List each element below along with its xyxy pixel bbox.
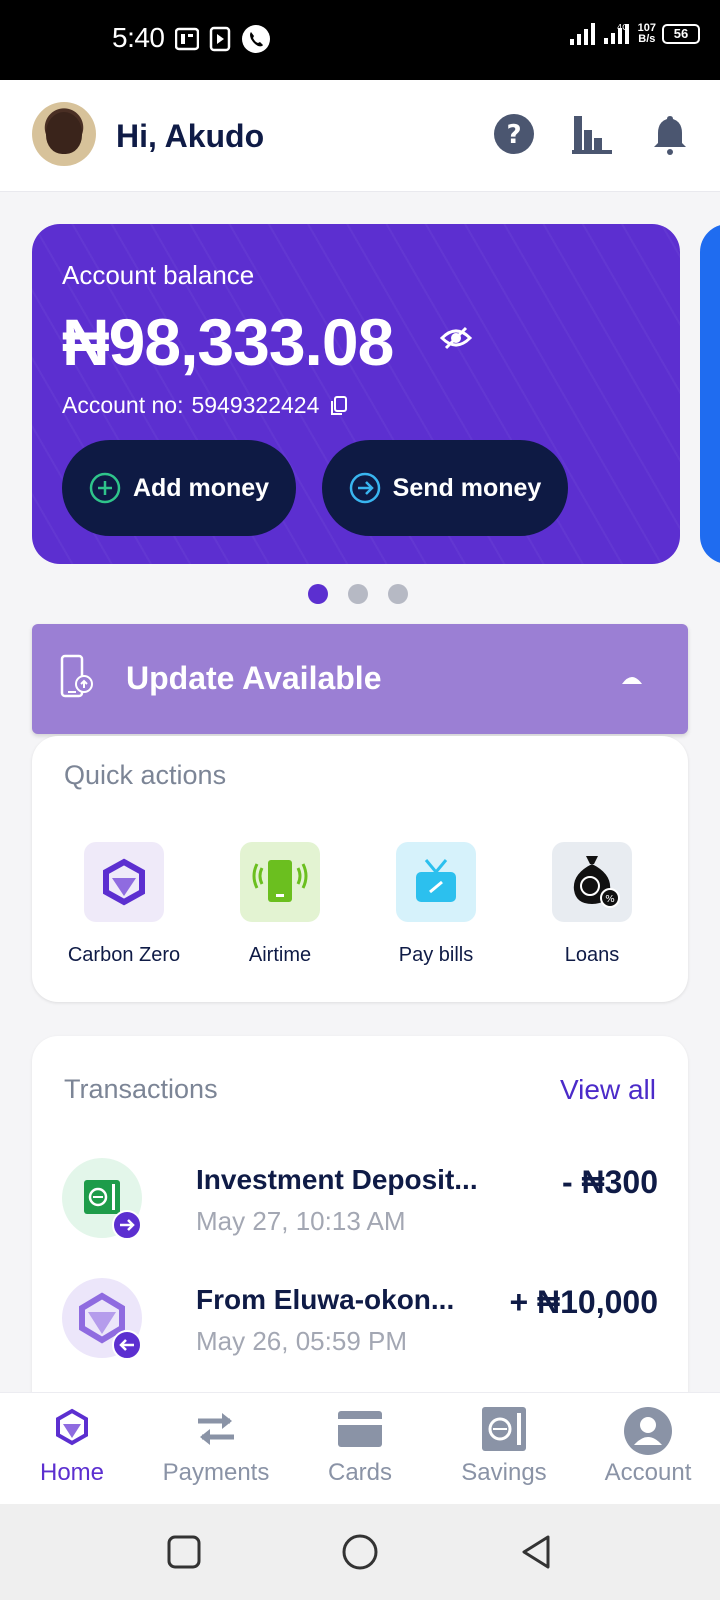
home-button-icon[interactable] — [342, 1534, 378, 1570]
transactions-card: Transactions View all Investment Deposit… — [32, 1036, 688, 1396]
carbon-zero-icon — [84, 842, 164, 922]
transaction-amount: - ₦300 — [561, 1164, 658, 1200]
greeting: Hi, Akudo — [116, 118, 265, 154]
add-money-button[interactable]: Add money — [62, 440, 296, 536]
quick-action-label: Loans — [564, 944, 620, 966]
bottom-nav: Home Payments Cards Savings Account — [0, 1392, 720, 1504]
phone-update-icon — [60, 654, 93, 698]
arrow-out-icon — [112, 1210, 142, 1240]
bell-icon[interactable] — [648, 112, 692, 156]
nav-label: Cards — [327, 1459, 393, 1486]
nav-payments[interactable]: Payments — [144, 1407, 288, 1487]
hide-balance-icon[interactable] — [440, 324, 472, 352]
signal-4g-icon: 4G — [603, 23, 629, 44]
nav-label: Payments — [162, 1459, 270, 1486]
user-circle-icon — [624, 1407, 672, 1455]
plus-circle-icon — [89, 472, 121, 504]
airtime-icon — [240, 842, 320, 922]
next-card-peek[interactable] — [700, 224, 720, 564]
balance-card: Account balance ₦98,333.08 Account no: 5… — [32, 224, 680, 564]
system-nav-bar — [0, 1504, 720, 1600]
transaction-date: May 27, 10:13 AM — [196, 1206, 406, 1236]
send-money-button[interactable]: Send money — [322, 440, 568, 536]
nav-label: Account — [604, 1459, 692, 1486]
transaction-row[interactable]: Investment Deposit... May 27, 10:13 AM -… — [62, 1158, 658, 1248]
nav-home[interactable]: Home — [0, 1407, 144, 1487]
tv-bills-icon — [396, 842, 476, 922]
svg-text:4G: 4G — [617, 23, 628, 32]
signal-icon — [569, 23, 595, 45]
copy-icon[interactable] — [331, 395, 348, 416]
account-number-row: Account no: 5949322424 — [62, 392, 348, 419]
quick-action-airtime[interactable]: Airtime — [200, 842, 360, 967]
carousel-dot[interactable] — [388, 584, 408, 604]
add-money-label: Add money — [132, 473, 270, 502]
nav-label: Savings — [461, 1459, 547, 1486]
nav-label: Home — [39, 1459, 105, 1486]
notification-icons — [175, 24, 271, 54]
update-banner[interactable]: Update Available — [32, 624, 688, 734]
network-speed: 107 B/s — [638, 23, 656, 45]
transaction-row[interactable]: From Eluwa-okon... May 26, 05:59 PM + ₦1… — [62, 1278, 658, 1368]
transactions-title: Transactions — [64, 1074, 218, 1104]
app-header: Hi, Akudo ? — [0, 80, 720, 192]
status-time: 5:40 — [112, 22, 165, 53]
quick-action-pay-bills[interactable]: Pay bills — [356, 842, 516, 967]
account-number: 5949322424 — [191, 392, 320, 418]
balance-label: Account balance — [62, 260, 255, 290]
quick-action-label: Airtime — [248, 944, 312, 966]
chart-icon[interactable] — [570, 112, 614, 156]
transaction-amount: + ₦10,000 — [509, 1284, 658, 1320]
avatar[interactable] — [32, 102, 96, 166]
network-speed-unit: B/s — [638, 33, 656, 45]
carousel-dot[interactable] — [308, 584, 328, 604]
carousel-dot[interactable] — [348, 584, 368, 604]
transaction-title: Investment Deposit... — [196, 1164, 478, 1195]
view-all-link[interactable]: View all — [560, 1074, 656, 1106]
arrow-in-icon — [112, 1330, 142, 1360]
svg-text:%: % — [605, 894, 615, 905]
quick-action-label: Pay bills — [398, 944, 474, 966]
nav-account[interactable]: Account — [576, 1407, 720, 1487]
quick-action-loans[interactable]: % Loans — [512, 842, 672, 967]
quick-action-label: Carbon Zero — [67, 944, 181, 966]
caret-up-icon[interactable] — [620, 670, 644, 686]
account-number-label: Account no: — [62, 392, 184, 418]
status-right: 4G 107 B/s 56 — [569, 22, 700, 46]
money-bag-icon: % — [552, 842, 632, 922]
news-notification-icon — [175, 27, 199, 51]
card-icon — [336, 1407, 384, 1451]
carousel-dots — [308, 584, 408, 604]
update-text: Update Available — [126, 660, 382, 696]
nav-cards[interactable]: Cards — [288, 1407, 432, 1487]
arrow-right-circle-icon — [349, 472, 380, 504]
transaction-date: May 26, 05:59 PM — [196, 1326, 407, 1356]
home-icon — [48, 1407, 96, 1451]
balance-amount: ₦98,333.08 — [62, 305, 394, 379]
call-notification-icon — [242, 25, 270, 53]
help-icon[interactable]: ? — [492, 112, 536, 156]
quick-actions-card: Quick actions Carbon Zero Airtime Pay bi… — [32, 736, 688, 1002]
back-icon[interactable] — [518, 1534, 554, 1570]
status-bar: 5:40 4G 107 B/s 56 — [0, 0, 720, 80]
svg-text:?: ? — [506, 120, 521, 150]
quick-action-carbon-zero[interactable]: Carbon Zero — [44, 842, 204, 967]
transaction-title: From Eluwa-okon... — [196, 1284, 455, 1315]
quick-actions-title: Quick actions — [64, 760, 227, 790]
send-money-label: Send money — [392, 473, 542, 502]
nav-savings[interactable]: Savings — [432, 1407, 576, 1487]
transfer-arrows-icon — [192, 1407, 240, 1451]
safe-icon — [480, 1407, 528, 1451]
battery-icon: 56 — [662, 24, 700, 44]
recents-icon[interactable] — [166, 1534, 202, 1570]
media-notification-icon — [209, 26, 231, 52]
